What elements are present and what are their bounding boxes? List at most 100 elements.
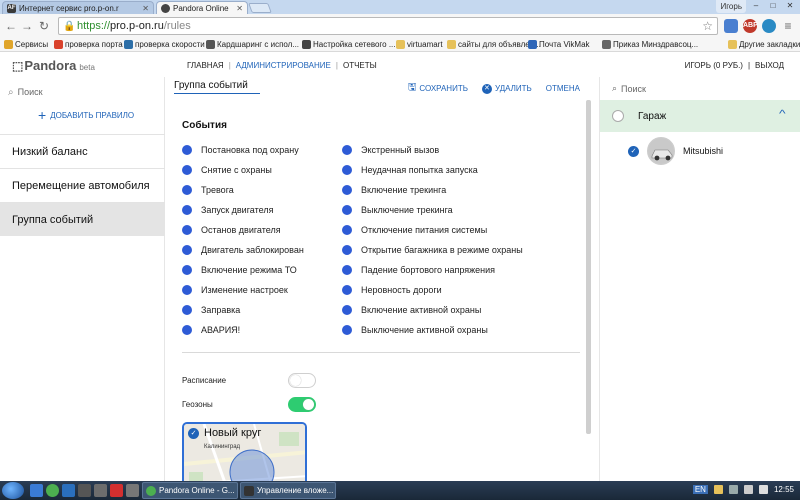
- check-icon[interactable]: ✓: [188, 427, 199, 439]
- event-item[interactable]: Экстренный вызов: [342, 140, 523, 160]
- group-radio[interactable]: [612, 110, 624, 122]
- yandex-icon[interactable]: [110, 484, 123, 497]
- reload-icon[interactable]: ↻: [37, 18, 51, 34]
- rule-item-selected[interactable]: Группа событий: [0, 202, 165, 236]
- event-item[interactable]: Падение бортового напряжения: [342, 260, 523, 280]
- event-toggle-dot[interactable]: [342, 165, 352, 175]
- event-toggle-dot[interactable]: [342, 265, 352, 275]
- ie-icon[interactable]: [62, 484, 75, 497]
- bookmark-item[interactable]: Сервисы: [4, 38, 48, 51]
- extension-icon[interactable]: [762, 19, 776, 33]
- event-item[interactable]: Останов двигателя: [182, 220, 304, 240]
- nav-reports[interactable]: ОТЧЕТЫ: [343, 61, 377, 70]
- chrome-icon[interactable]: [46, 484, 59, 497]
- browser-tab-inactive[interactable]: AF Интернет сервис pro.p-on.r ✕: [2, 1, 154, 14]
- rule-name-input[interactable]: Группа событий: [174, 80, 260, 94]
- logout-link[interactable]: ВЫХОД: [755, 61, 784, 70]
- event-item[interactable]: Изменение настроек: [182, 280, 304, 300]
- network-icon[interactable]: [743, 485, 753, 494]
- delete-button[interactable]: ✕ УДАЛИТЬ: [481, 83, 532, 94]
- maximize-button[interactable]: □: [765, 0, 781, 12]
- event-item[interactable]: Тревога: [182, 180, 304, 200]
- extension-icon[interactable]: [724, 19, 738, 33]
- event-toggle-dot[interactable]: [182, 185, 192, 195]
- event-toggle-dot[interactable]: [182, 145, 192, 155]
- language-indicator[interactable]: EN: [692, 485, 708, 494]
- add-rule-button[interactable]: + ДОБАВИТЬ ПРАВИЛО: [38, 108, 134, 122]
- taskbar-window-af[interactable]: Управление вложе...: [240, 482, 336, 499]
- event-item[interactable]: Постановка под охрану: [182, 140, 304, 160]
- pandora-logo[interactable]: ⬚ Pandora beta: [12, 58, 95, 73]
- event-item[interactable]: Включение режима ТО: [182, 260, 304, 280]
- geozones-toggle[interactable]: [288, 397, 316, 412]
- bookmark-item[interactable]: Приказ Минздравсоц...: [602, 38, 698, 51]
- adblock-icon[interactable]: ABP: [743, 19, 758, 33]
- event-toggle-dot[interactable]: [182, 245, 192, 255]
- new-tab-button[interactable]: [248, 3, 272, 13]
- group-garage[interactable]: Гараж ^: [600, 100, 800, 132]
- clock[interactable]: 12:55: [774, 485, 794, 494]
- event-toggle-dot[interactable]: [342, 325, 352, 335]
- chevron-up-icon[interactable]: ^: [779, 109, 786, 120]
- forward-arrow-icon[interactable]: →: [20, 18, 34, 34]
- event-toggle-dot[interactable]: [342, 305, 352, 315]
- tray-icon[interactable]: [713, 485, 723, 494]
- close-icon[interactable]: ✕: [236, 2, 243, 14]
- quicklaunch-icon[interactable]: [94, 484, 107, 497]
- back-arrow-icon[interactable]: ←: [4, 18, 18, 34]
- bookmark-item[interactable]: проверка порта: [54, 38, 123, 51]
- event-toggle-dot[interactable]: [342, 205, 352, 215]
- event-item[interactable]: Отключение питания системы: [342, 220, 523, 240]
- rules-search[interactable]: ⌕ Поиск: [8, 85, 158, 99]
- bookmark-item[interactable]: Настройка сетевого ...: [302, 38, 396, 51]
- browser-tab-active[interactable]: Pandora Online ✕: [156, 1, 248, 14]
- event-item[interactable]: Выключение трекинга: [342, 200, 523, 220]
- vehicle-item[interactable]: ✓ Mitsubishi: [600, 135, 800, 167]
- rule-item[interactable]: Низкий баланс: [0, 134, 165, 168]
- nav-home[interactable]: ГЛАВНАЯ: [187, 61, 224, 70]
- address-bar[interactable]: 🔒 https://pro.p-on.ru/rules ☆: [58, 17, 718, 35]
- event-toggle-dot[interactable]: [342, 285, 352, 295]
- user-account-link[interactable]: ИГОРЬ (0 РУБ.): [685, 61, 743, 70]
- bookmark-item[interactable]: Кардшаринг с испол...: [206, 38, 299, 51]
- objects-search[interactable]: ⌕ Поиск: [612, 83, 646, 94]
- event-toggle-dot[interactable]: [342, 225, 352, 235]
- quicklaunch-icon[interactable]: [78, 484, 91, 497]
- event-item[interactable]: Неудачная попытка запуска: [342, 160, 523, 180]
- event-toggle-dot[interactable]: [182, 325, 192, 335]
- bookmark-item[interactable]: Почта VikMak: [528, 38, 590, 51]
- event-item[interactable]: АВАРИЯ!: [182, 320, 304, 340]
- event-toggle-dot[interactable]: [182, 225, 192, 235]
- event-toggle-dot[interactable]: [182, 305, 192, 315]
- event-toggle-dot[interactable]: [342, 245, 352, 255]
- nav-admin[interactable]: АДМИНИСТРИРОВАНИЕ: [236, 61, 331, 70]
- bookmark-item[interactable]: проверка скорости: [124, 38, 205, 51]
- event-item[interactable]: Снятие с охраны: [182, 160, 304, 180]
- close-window-button[interactable]: ✕: [782, 0, 798, 12]
- tray-icon[interactable]: [728, 485, 738, 494]
- event-item[interactable]: Двигатель заблокирован: [182, 240, 304, 260]
- bookmark-star-icon[interactable]: ☆: [702, 18, 713, 34]
- event-toggle-dot[interactable]: [182, 285, 192, 295]
- volume-icon[interactable]: [758, 485, 768, 494]
- bookmark-item[interactable]: virtuamart: [396, 38, 443, 51]
- cancel-button[interactable]: ОТМЕНА: [546, 84, 580, 93]
- rule-item[interactable]: Перемещение автомобиля: [0, 168, 165, 202]
- taskbar-window-chrome[interactable]: Pandora Online - G...: [142, 482, 238, 499]
- event-item[interactable]: Открытие багажника в режиме охраны: [342, 240, 523, 260]
- explorer-icon[interactable]: [30, 484, 43, 497]
- event-item[interactable]: Запуск двигателя: [182, 200, 304, 220]
- save-button[interactable]: 🖫 СОХРАНИТЬ: [408, 80, 468, 97]
- event-item[interactable]: Включение трекинга: [342, 180, 523, 200]
- event-toggle-dot[interactable]: [182, 265, 192, 275]
- event-toggle-dot[interactable]: [182, 205, 192, 215]
- event-toggle-dot[interactable]: [342, 145, 352, 155]
- event-item[interactable]: Включение активной охраны: [342, 300, 523, 320]
- close-icon[interactable]: ✕: [142, 2, 149, 14]
- event-toggle-dot[interactable]: [342, 185, 352, 195]
- menu-icon[interactable]: ≡: [781, 19, 795, 33]
- bookmark-item[interactable]: сайты для объявлен...: [447, 38, 541, 51]
- check-icon[interactable]: ✓: [628, 145, 639, 157]
- schedule-toggle[interactable]: [288, 373, 316, 388]
- other-bookmarks[interactable]: Другие закладки: [728, 38, 800, 51]
